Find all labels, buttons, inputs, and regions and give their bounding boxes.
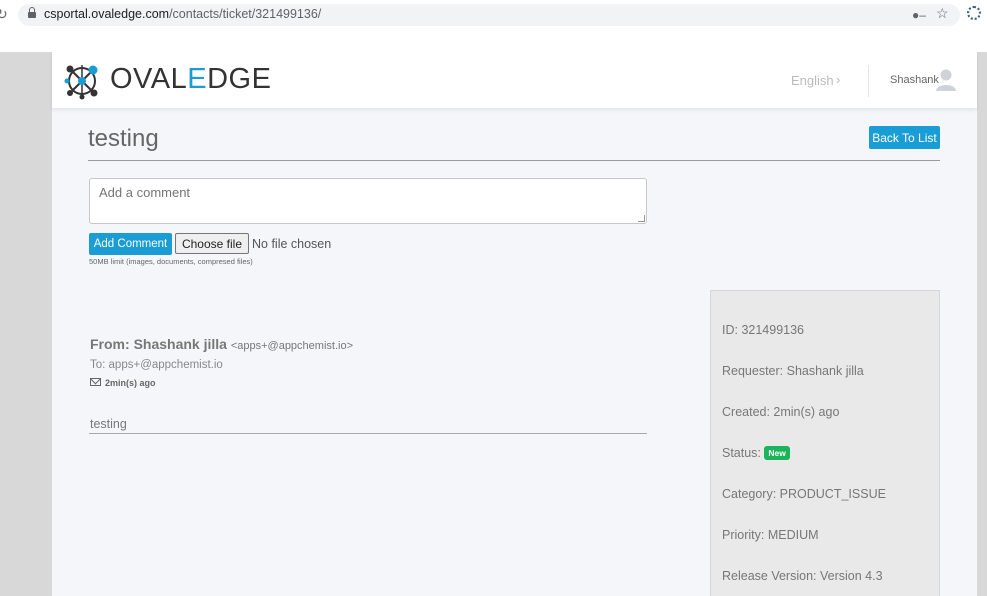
page-title: testing: [88, 125, 159, 152]
ticket-id: ID: 321499136: [722, 323, 805, 337]
ticket-priority: Priority: MEDIUM: [722, 528, 819, 542]
ticket-status: Status: New: [722, 446, 790, 460]
ticket-requester: Requester: Shashank jilla: [722, 364, 864, 378]
message-divider: [89, 433, 647, 434]
page-container: OVALEDGE English › Shashank testing Back…: [52, 52, 977, 596]
upload-limit-note: 50MB limit (images, documents, compresed…: [89, 257, 253, 266]
browser-toolbar: ↻ csportal.ovaledge.com/contacts/ticket/…: [0, 0, 987, 32]
title-divider: [88, 160, 940, 161]
resize-grip-icon[interactable]: [638, 215, 645, 222]
key-icon[interactable]: ●–: [912, 8, 926, 22]
back-to-list-button[interactable]: Back To List: [869, 126, 940, 149]
ticket-release-version: Release Version: Version 4.3: [722, 569, 883, 583]
brand-wordmark[interactable]: OVALEDGE: [110, 63, 271, 96]
ticket-created: Created: 2min(s) ago: [722, 405, 840, 419]
message-body: testing: [90, 417, 127, 431]
extension-icon[interactable]: [967, 6, 981, 20]
ticket-category: Category: PRODUCT_ISSUE: [722, 487, 886, 501]
user-avatar-icon[interactable]: [936, 69, 956, 91]
lock-icon[interactable]: [28, 7, 36, 19]
language-selector[interactable]: English: [791, 73, 834, 88]
ovaledge-logo-icon: [64, 65, 98, 100]
address-bar[interactable]: csportal.ovaledge.com/contacts/ticket/32…: [18, 4, 960, 26]
comment-input[interactable]: [89, 178, 647, 224]
reload-icon[interactable]: ↻: [0, 6, 8, 23]
choose-file-button[interactable]: Choose file: [175, 233, 249, 254]
envelope-icon: [90, 378, 101, 386]
add-comment-button[interactable]: Add Comment: [89, 233, 172, 255]
header-divider: [868, 65, 869, 97]
message-to: To: apps+@appchemist.io: [90, 359, 223, 371]
ticket-details-panel: ID: 321499136 Requester: Shashank jilla …: [710, 290, 940, 596]
message-from: From: Shashank jilla <apps+@appchemist.i…: [90, 336, 353, 352]
user-name[interactable]: Shashank: [890, 74, 939, 86]
status-badge: New: [764, 446, 790, 460]
chevron-right-icon[interactable]: ›: [836, 72, 840, 87]
file-status-text: No file chosen: [252, 237, 332, 251]
url-text[interactable]: csportal.ovaledge.com/contacts/ticket/32…: [44, 7, 321, 21]
message-time: 2min(s) ago: [105, 378, 156, 388]
bookmark-star-icon[interactable]: ☆: [936, 5, 949, 22]
site-header: OVALEDGE English › Shashank: [52, 52, 977, 108]
